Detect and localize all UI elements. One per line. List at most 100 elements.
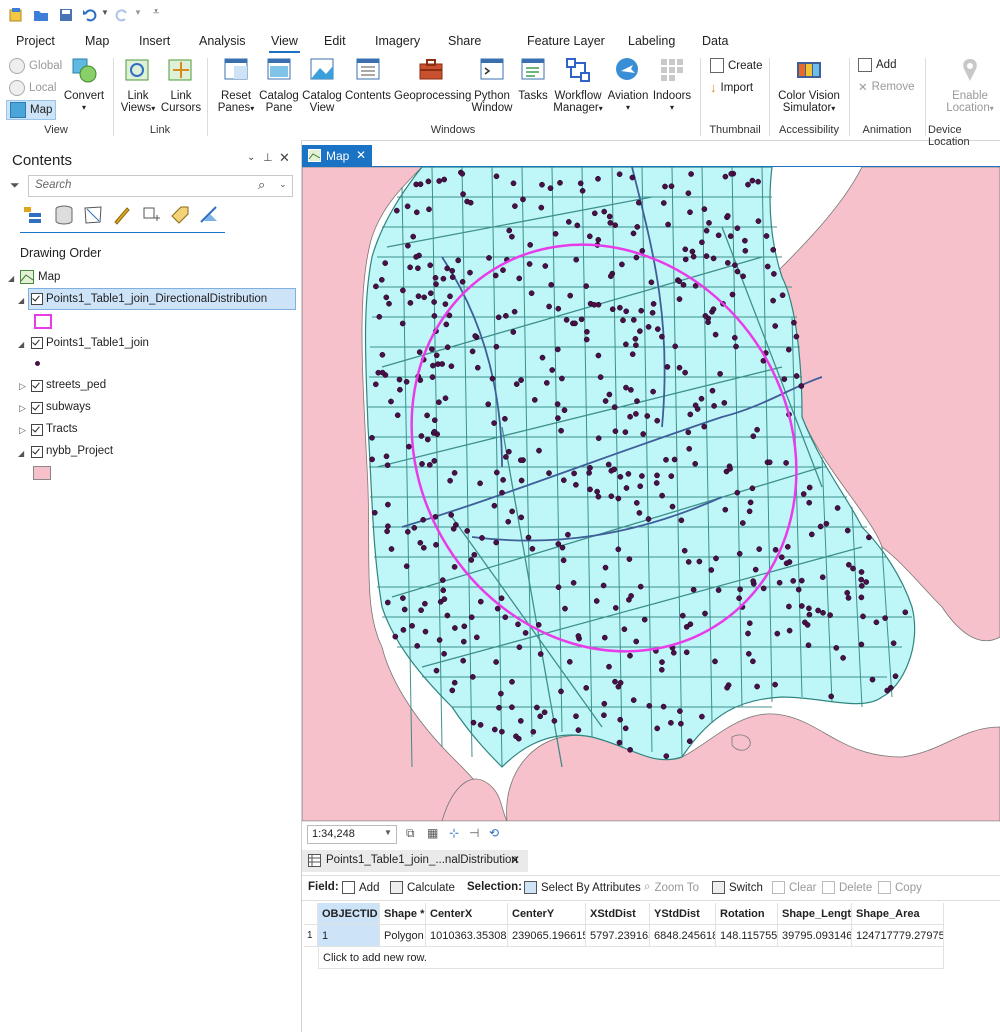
layer-name-points[interactable]: Points1_Table1_join — [46, 333, 149, 353]
collapse-layer-icon[interactable]: ◢ — [18, 449, 24, 458]
column-header-centery[interactable]: CenterY — [508, 903, 586, 925]
list-by-selection-icon[interactable] — [82, 204, 104, 226]
geoprocessing-button[interactable]: Geoprocessing — [394, 56, 471, 102]
scale-selector[interactable]: 1:34,248 ▼ — [307, 825, 397, 844]
clear-selection-button[interactable]: Clear — [772, 881, 816, 894]
contents-button[interactable]: Contents — [345, 56, 391, 102]
grid-icon[interactable]: ▦ — [427, 826, 438, 840]
copy-button[interactable]: Copy — [878, 881, 922, 894]
local-button[interactable]: Local — [9, 80, 57, 96]
list-by-perspective-imagery-icon[interactable] — [198, 204, 220, 226]
import-thumbnail-button[interactable]: ↓ Import — [710, 80, 753, 95]
select-by-attributes-button[interactable]: Select By Attributes — [524, 881, 641, 894]
fixed-scale-icon[interactable]: ⧉ — [406, 826, 415, 841]
close-table-tab-icon[interactable]: ✕ — [510, 853, 520, 867]
new-project-icon[interactable] — [8, 7, 24, 23]
undo-icon[interactable] — [82, 7, 98, 23]
cell-centery[interactable]: 239065.196615 — [508, 925, 586, 947]
map-node-label[interactable]: Map — [38, 267, 60, 287]
list-by-editing-icon[interactable] — [111, 204, 133, 226]
calculate-field-button[interactable]: Calculate — [390, 881, 455, 894]
tab-labeling[interactable]: Labeling — [628, 34, 675, 48]
column-header-shape[interactable]: Shape * — [380, 903, 426, 925]
collapse-map-icon[interactable]: ◢ — [8, 274, 14, 283]
cell-xstddist[interactable]: 5797.239163 — [586, 925, 650, 947]
link-cursors-button[interactable]: Link Cursors — [160, 56, 202, 114]
layer-visibility-checkbox[interactable] — [31, 402, 43, 414]
polygon-symbol-swatch[interactable] — [33, 466, 51, 480]
layer-name-streets-ped[interactable]: streets_ped — [46, 375, 106, 395]
layer-name-subways[interactable]: subways — [46, 397, 91, 417]
redo-icon[interactable] — [114, 7, 130, 23]
convert-button[interactable]: Convert ▾ — [62, 56, 106, 114]
layer-visibility-checkbox[interactable] — [31, 446, 43, 458]
reset-panes-button[interactable]: Reset Panes▾ — [214, 56, 258, 115]
add-animation-button[interactable]: Add — [858, 58, 896, 72]
tab-imagery[interactable]: Imagery — [375, 34, 420, 48]
tab-edit[interactable]: Edit — [324, 34, 346, 48]
tab-map-view[interactable]: Map ✕ — [302, 145, 372, 167]
cell-shape-length[interactable]: 39795.093146 — [778, 925, 852, 947]
expand-layer-icon[interactable]: ▷ — [19, 381, 26, 392]
collapse-layer-icon[interactable]: ◢ — [18, 296, 24, 305]
python-window-button[interactable]: Python Window — [470, 56, 514, 114]
row-number[interactable]: 1 — [304, 925, 318, 947]
redo-dropdown-icon[interactable]: ▼ — [134, 8, 142, 17]
refresh-icon[interactable]: ⟲ — [489, 826, 499, 840]
workflow-manager-button[interactable]: Workflow Manager▾ — [551, 56, 605, 115]
column-header-ystddist[interactable]: YStdDist — [650, 903, 716, 925]
tab-project[interactable]: Project — [16, 34, 55, 48]
add-field-button[interactable]: Add — [342, 881, 379, 894]
pin-icon[interactable]: ⊥ — [263, 151, 273, 164]
ellipse-symbol-swatch[interactable] — [34, 314, 52, 329]
link-views-button[interactable]: Link Views▾ — [118, 56, 158, 115]
enable-location-button[interactable]: Enable Location▾ — [940, 56, 1000, 115]
cell-rotation[interactable]: 148.115755 — [716, 925, 778, 947]
tab-share[interactable]: Share — [448, 34, 481, 48]
tab-analysis[interactable]: Analysis — [199, 34, 246, 48]
point-symbol-swatch[interactable] — [35, 361, 40, 366]
column-header-shape-length[interactable]: Shape_Length — [778, 903, 852, 925]
column-header-centerx[interactable]: CenterX — [426, 903, 508, 925]
delete-button[interactable]: Delete — [822, 881, 872, 894]
switch-selection-button[interactable]: Switch — [712, 881, 763, 894]
expand-layer-icon[interactable]: ▷ — [19, 425, 26, 436]
catalog-view-button[interactable]: Catalog View — [301, 56, 343, 114]
aviation-button[interactable]: Aviation ▾ — [606, 56, 650, 114]
tab-feature-layer[interactable]: Feature Layer — [527, 34, 605, 48]
search-icon[interactable]: ⌕ — [258, 177, 265, 193]
catalog-pane-button[interactable]: Catalog Pane — [258, 56, 300, 114]
list-by-labeling-icon[interactable] — [169, 204, 191, 226]
add-new-row[interactable]: Click to add new row. — [318, 947, 944, 969]
map-canvas[interactable] — [302, 167, 1000, 821]
indoors-button[interactable]: Indoors ▾ — [652, 56, 692, 114]
cell-shape[interactable]: Polygon — [380, 925, 426, 947]
list-by-data-source-icon[interactable] — [53, 204, 75, 226]
map-view-button[interactable]: Map — [6, 100, 57, 120]
layer-visibility-checkbox[interactable] — [31, 424, 43, 436]
tab-view[interactable]: View — [269, 34, 300, 53]
list-by-snapping-icon[interactable] — [140, 204, 162, 226]
column-header-shape-area[interactable]: Shape_Area — [852, 903, 944, 925]
customize-icon[interactable]: ⩡ — [153, 6, 159, 19]
tab-map[interactable]: Map — [85, 34, 109, 48]
remove-animation-button[interactable]: ✕ Remove — [858, 80, 914, 94]
coordinate-icon[interactable]: ⊣ — [469, 826, 479, 840]
undo-dropdown-icon[interactable]: ▼ — [101, 8, 109, 17]
layer-visibility-checkbox[interactable] — [31, 380, 43, 392]
filter-icon[interactable]: ⏷ — [10, 178, 20, 193]
search-dropdown-icon[interactable]: ⌄ — [279, 179, 287, 190]
cell-shape-area[interactable]: 124717779.279752 — [852, 925, 944, 947]
layer-name-nybb-project[interactable]: nybb_Project — [46, 441, 113, 461]
column-header-xstddist[interactable]: XStdDist — [586, 903, 650, 925]
map-view[interactable] — [302, 167, 1000, 821]
layer-name-tracts[interactable]: Tracts — [46, 419, 78, 439]
zoom-to-button[interactable]: ⌕ Zoom To — [644, 881, 699, 894]
close-tab-icon[interactable]: ✕ — [356, 148, 366, 162]
list-by-drawing-order-icon[interactable] — [22, 204, 44, 226]
cell-centerx[interactable]: 1010363.353085 — [426, 925, 508, 947]
expand-layer-icon[interactable]: ▷ — [19, 403, 26, 414]
column-header-rotation[interactable]: Rotation — [716, 903, 778, 925]
tab-data[interactable]: Data — [702, 34, 728, 48]
save-icon[interactable] — [58, 7, 74, 23]
